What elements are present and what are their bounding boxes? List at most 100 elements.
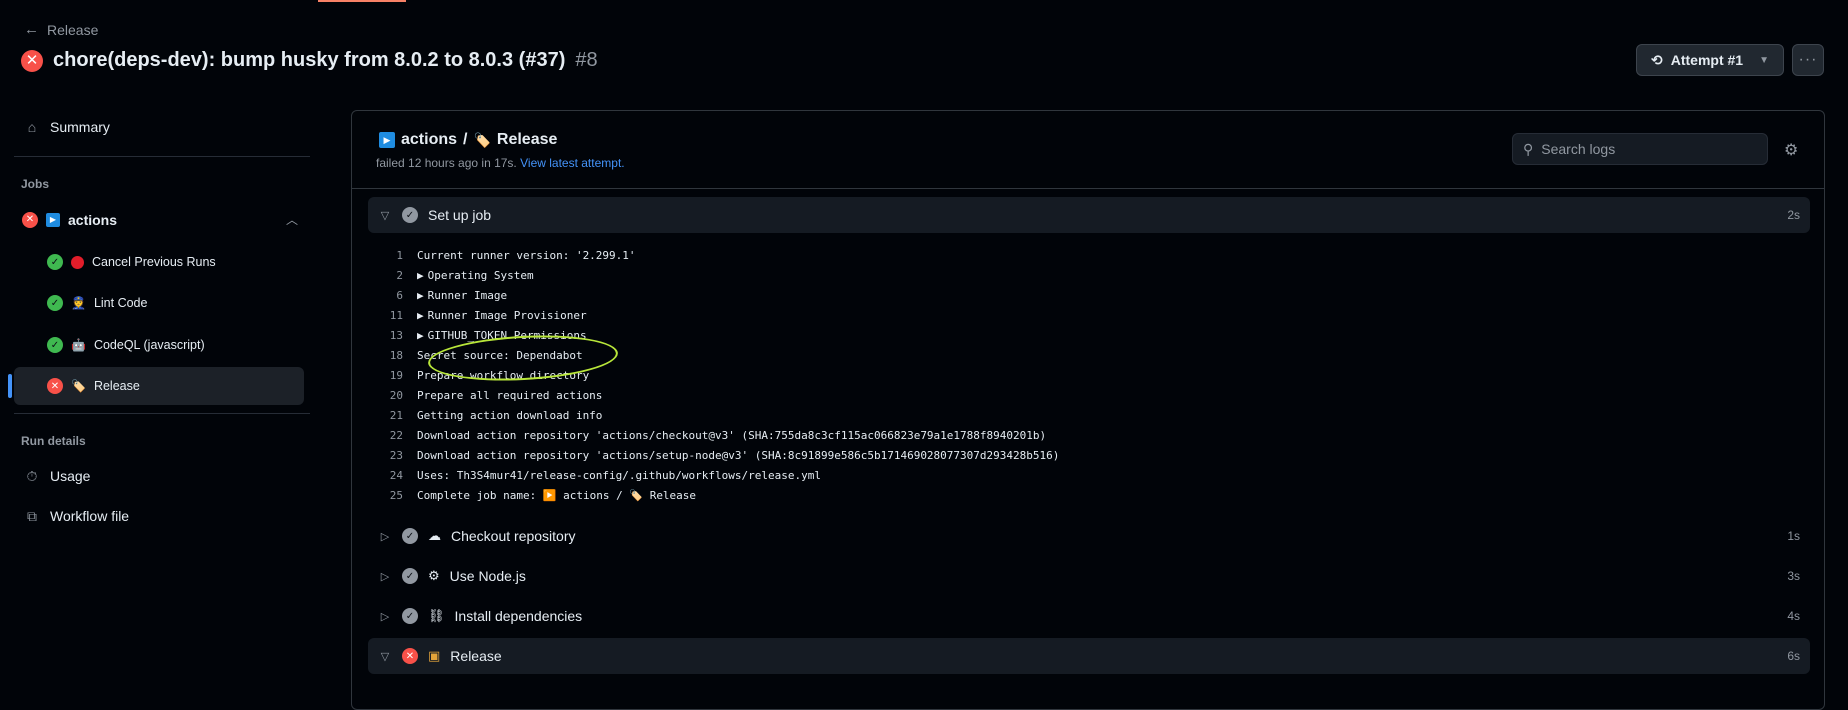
- log-line[interactable]: 25 Complete job name: ▶️ actions / 🏷️ Rel…: [368, 485, 696, 505]
- log-line[interactable]: 24 Uses: Th3S4mur41/release-config/.githu…: [368, 465, 821, 485]
- log-line[interactable]: 1 Current runner version: '2.299.1': [368, 245, 635, 265]
- chevron-up-icon[interactable]: ︿: [286, 211, 298, 228]
- jobs-section-label: Jobs: [21, 177, 50, 191]
- success-check-icon: ✓: [47, 295, 63, 311]
- search-logs-input[interactable]: ⚲ Search logs: [1512, 133, 1768, 165]
- sidebar-divider: [14, 156, 310, 157]
- sidebar-item-usage[interactable]: ⏱ Usage: [24, 467, 91, 485]
- history-icon: ⟲: [1651, 51, 1663, 68]
- log-line[interactable]: 20 Prepare all required actions: [368, 385, 603, 405]
- search-placeholder: Search logs: [1541, 141, 1616, 157]
- step-use-nodejs[interactable]: ▷ ✓ ⚙ Use Node.js 3s: [368, 558, 1810, 594]
- back-link-label: Release: [47, 21, 99, 38]
- chain-link-icon: ⛓: [428, 608, 445, 623]
- police-officer-icon: 👮: [71, 296, 86, 310]
- job-title-separator: /: [463, 131, 468, 148]
- summary-label: Summary: [50, 119, 110, 135]
- gear-icon[interactable]: ⚙: [1784, 140, 1798, 160]
- chevron-right-icon: ▷: [380, 610, 390, 623]
- view-latest-attempt-link[interactable]: View latest attempt.: [520, 156, 625, 170]
- success-check-icon: ✓: [47, 254, 63, 270]
- kebab-horizontal-icon: ···: [1798, 51, 1818, 68]
- job-title: ▶ actions / 🏷️ Release: [379, 131, 557, 149]
- attempt-label: Attempt #1: [1670, 52, 1744, 68]
- active-job-indicator: [8, 374, 12, 398]
- triangle-right-icon: ▶: [417, 268, 424, 282]
- chevron-down-icon: ▽: [380, 650, 390, 663]
- success-check-icon: ✓: [47, 337, 63, 353]
- sidebar-job-lint-code[interactable]: ✓ 👮 Lint Code: [14, 284, 304, 322]
- log-line[interactable]: 13 ▶ GITHUB_TOKEN Permissions: [368, 325, 587, 345]
- caret-down-icon: ▼: [1759, 54, 1769, 66]
- triangle-right-icon: ▶: [417, 288, 424, 302]
- job-group-label: actions: [68, 211, 118, 228]
- run-title-text: chore(deps-dev): bump husky from 8.0.2 t…: [53, 49, 566, 71]
- job-label: Cancel Previous Runs: [92, 255, 216, 269]
- more-options-button[interactable]: ···: [1792, 44, 1824, 76]
- step-name: Use Node.js: [449, 568, 526, 584]
- file-code-icon: ⧉: [27, 507, 37, 524]
- failure-x-icon: ✕: [21, 49, 43, 72]
- step-duration: 1s: [1787, 529, 1800, 543]
- job-label: Release: [93, 379, 140, 393]
- job-group-actions[interactable]: ✕ ▶ actions ︿: [22, 211, 298, 228]
- sidebar-item-workflow-file[interactable]: ⧉ Workflow file: [24, 507, 130, 525]
- failure-x-icon: ✕: [22, 211, 38, 228]
- label-tag-icon: 🏷️: [71, 379, 86, 393]
- home-icon: ⌂: [27, 119, 37, 135]
- step-duration: 2s: [1787, 208, 1800, 222]
- job-log-panel: ▶ actions / 🏷️ Release failed 12 hours a…: [351, 110, 1825, 710]
- job-label: CodeQL (javascript): [93, 338, 205, 352]
- step-set-up-job[interactable]: ▽ ✓ Set up job 2s: [368, 197, 1810, 233]
- triangle-right-icon: ▶: [417, 308, 424, 322]
- failure-x-icon: ✕: [402, 648, 418, 664]
- run-title: ✕ chore(deps-dev): bump husky from 8.0.2…: [21, 49, 598, 72]
- job-title-prefix: actions: [401, 131, 458, 148]
- workflow-file-label: Workflow file: [50, 508, 130, 524]
- sidebar-divider: [14, 413, 310, 414]
- stopwatch-icon: ⏱: [26, 467, 38, 484]
- step-duration: 3s: [1787, 569, 1800, 583]
- log-line[interactable]: 2 ▶ Operating System: [368, 265, 533, 285]
- tab-underline-accent: [318, 0, 406, 2]
- cloud-icon: ☁: [428, 528, 441, 543]
- log-line[interactable]: 21 Getting action download info: [368, 405, 603, 425]
- robot-icon: 🤖: [71, 338, 86, 352]
- log-line[interactable]: 18 Secret source: Dependabot: [368, 345, 583, 365]
- job-title-name: Release: [496, 131, 558, 148]
- success-check-icon: ✓: [402, 528, 418, 544]
- log-line[interactable]: 11 ▶ Runner Image Provisioner: [368, 305, 587, 325]
- arrow-left-icon: ←: [24, 21, 39, 38]
- job-status-line: failed 12 hours ago in 17s. View latest …: [376, 156, 625, 170]
- step-name: Checkout repository: [451, 528, 576, 544]
- chevron-right-icon: ▷: [380, 570, 390, 583]
- step-name: Release: [450, 648, 502, 664]
- job-label: Lint Code: [93, 296, 148, 310]
- step-checkout-repository[interactable]: ▷ ✓ ☁ Checkout repository 1s: [368, 518, 1810, 554]
- failure-x-icon: ✕: [47, 378, 63, 394]
- sidebar-job-codeql[interactable]: ✓ 🤖 CodeQL (javascript): [14, 326, 304, 364]
- usage-label: Usage: [50, 468, 91, 484]
- step-release[interactable]: ▽ ✕ ▣ Release 6s: [368, 638, 1810, 674]
- log-line[interactable]: 19 Prepare workflow directory: [368, 365, 589, 385]
- log-line[interactable]: 22 Download action repository 'actions/ch…: [368, 425, 1046, 445]
- search-icon: ⚲: [1523, 140, 1534, 157]
- step-duration: 4s: [1787, 609, 1800, 623]
- package-icon: ▣: [428, 648, 441, 663]
- attempt-dropdown-button[interactable]: ⟲ Attempt #1 ▼: [1636, 44, 1784, 76]
- step-duration: 6s: [1787, 649, 1800, 663]
- success-check-icon: ✓: [402, 207, 418, 223]
- job-status-text: failed 12 hours ago in 17s.: [376, 156, 517, 170]
- sidebar-item-summary[interactable]: ⌂ Summary: [24, 119, 110, 135]
- play-button-icon: ▶: [379, 132, 395, 148]
- log-line[interactable]: 6 ▶ Runner Image: [368, 285, 507, 305]
- sidebar-job-release[interactable]: ✕ 🏷️ Release: [14, 367, 304, 405]
- step-name: Set up job: [428, 207, 492, 223]
- success-check-icon: ✓: [402, 568, 418, 584]
- play-button-icon: ▶: [46, 212, 60, 227]
- sidebar-job-cancel-previous-runs[interactable]: ✓ Cancel Previous Runs: [14, 243, 304, 281]
- step-install-dependencies[interactable]: ▷ ✓ ⛓ Install dependencies 4s: [368, 598, 1810, 634]
- back-to-workflow-link[interactable]: ← Release: [24, 21, 98, 38]
- job-log-header: ▶ actions / 🏷️ Release failed 12 hours a…: [352, 111, 1824, 189]
- log-line[interactable]: 23 Download action repository 'actions/se…: [368, 445, 1060, 465]
